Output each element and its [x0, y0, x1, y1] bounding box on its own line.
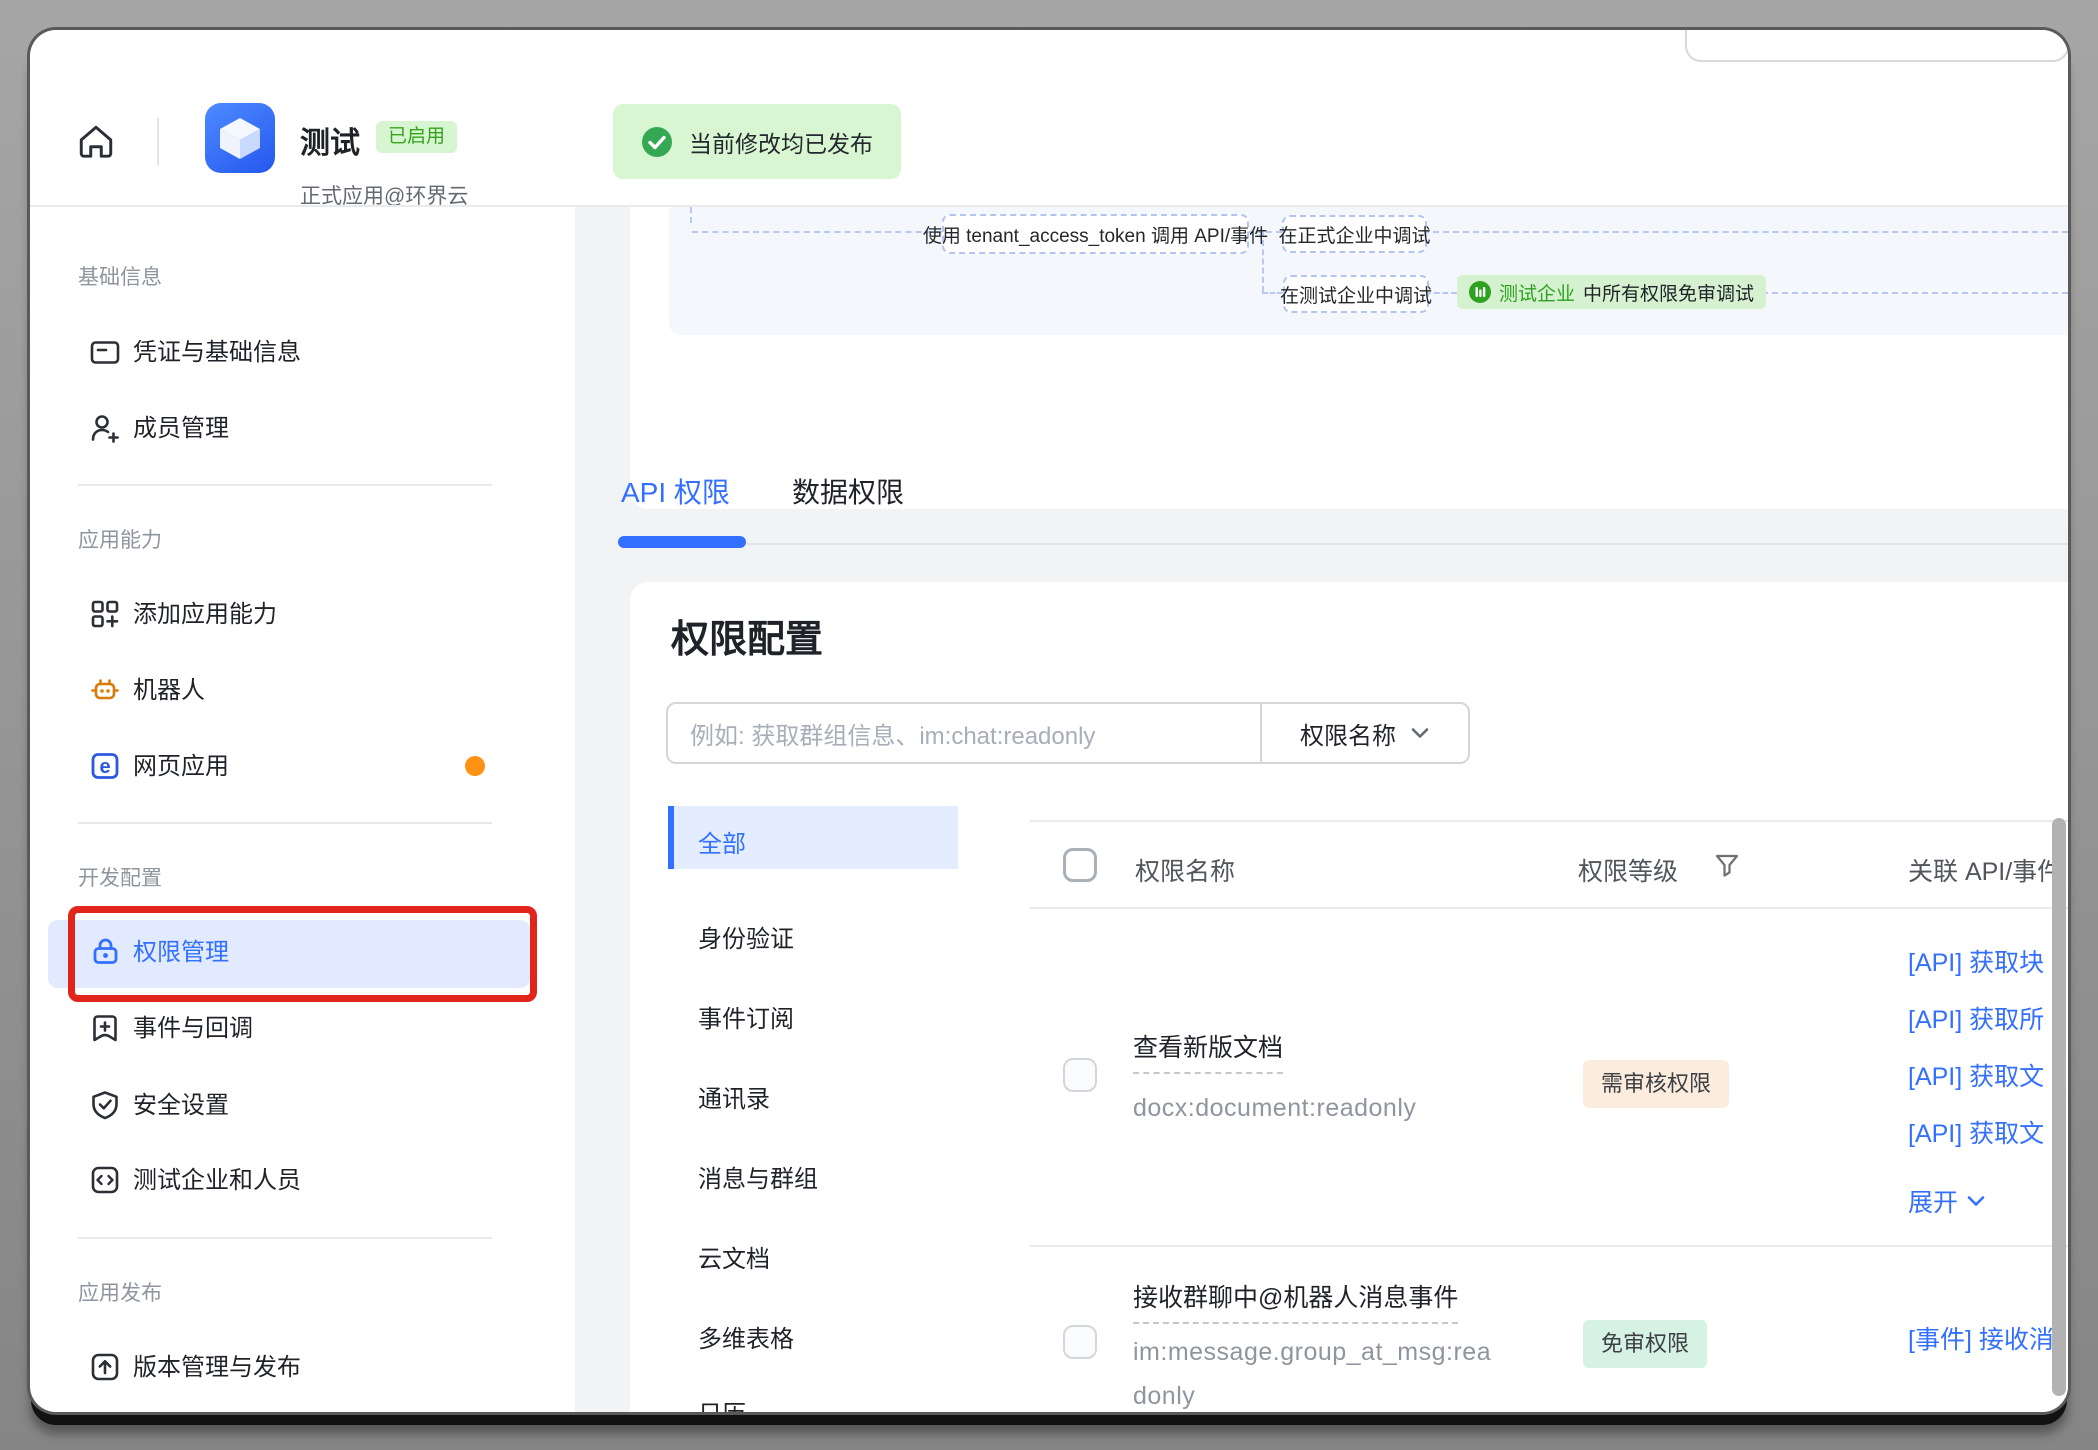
category-item-auth[interactable]: 身份验证 — [698, 919, 794, 954]
sidebar-item-bot[interactable]: 机器人 — [133, 670, 205, 705]
floating-toolbar[interactable] — [1685, 30, 2068, 62]
flow-badge-rest: 中所有权限免审调试 — [1583, 279, 1754, 306]
code-icon — [88, 1163, 122, 1197]
sidebar-item-events[interactable]: 事件与回调 — [133, 1008, 253, 1043]
filter-funnel-icon[interactable] — [1714, 852, 1740, 880]
permission-name[interactable]: 接收群聊中@机器人消息事件 — [1133, 1278, 1458, 1324]
header-divider — [157, 118, 159, 165]
row-checkbox[interactable] — [1063, 1058, 1097, 1092]
flow-badge-org[interactable]: 测试企业 — [1499, 279, 1575, 306]
flow-connector — [1423, 231, 2068, 233]
desktop-background: 测试 已启用 正式应用@环界云 当前修改均已发布 使用 tenant_acces… — [0, 0, 2098, 1450]
org-icon — [1469, 281, 1491, 303]
permission-scope: docx:document:readonly — [1133, 1094, 1416, 1123]
publish-status-banner: 当前修改均已发布 — [613, 104, 901, 179]
select-all-checkbox[interactable] — [1063, 848, 1097, 882]
chevron-down-icon — [1966, 1194, 1986, 1208]
search-placeholder: 例如: 获取群组信息、im:chat:readonly — [690, 716, 1095, 751]
app-icon[interactable] — [205, 103, 275, 173]
category-item-all[interactable]: 全部 — [698, 824, 746, 859]
level-badge-free: 免审权限 — [1583, 1320, 1707, 1368]
release-upload-icon — [88, 1350, 122, 1384]
sidebar-item-web-app[interactable]: 网页应用 — [133, 746, 229, 781]
sidebar-section-dev-config: 开发配置 — [78, 862, 162, 892]
api-link[interactable]: [API] 获取文 — [1908, 1114, 2068, 1150]
api-link[interactable]: [API] 获取文 — [1908, 1057, 2068, 1093]
sidebar-divider — [78, 1237, 492, 1239]
app-title: 测试 — [300, 118, 360, 162]
credential-card-icon — [88, 335, 122, 369]
category-item-calendar[interactable]: 日历 — [698, 1394, 746, 1412]
flow-connector — [690, 207, 692, 223]
sidebar-item-security[interactable]: 安全设置 — [133, 1085, 229, 1120]
event-callback-icon — [88, 1011, 122, 1045]
sidebar-section-release: 应用发布 — [78, 1277, 162, 1307]
category-active-bar — [668, 806, 674, 869]
annotation-red-box — [68, 906, 537, 1002]
permission-scope: im:message.group_at_msg:readonly — [1133, 1330, 1501, 1412]
sidebar-item-test-org[interactable]: 测试企业和人员 — [133, 1160, 301, 1195]
expand-label: 展开 — [1908, 1183, 1958, 1219]
category-item-contacts[interactable]: 通讯录 — [698, 1079, 770, 1114]
search-input[interactable]: 例如: 获取群组信息、im:chat:readonly — [666, 702, 1262, 764]
warning-dot — [465, 756, 485, 776]
category-item-bitable[interactable]: 多维表格 — [698, 1319, 794, 1354]
level-badge-review: 需审核权限 — [1583, 1060, 1729, 1108]
category-item-event-sub[interactable]: 事件订阅 — [698, 999, 794, 1034]
scrollbar-thumb[interactable] — [2052, 818, 2066, 1396]
panel-title: 权限配置 — [671, 608, 823, 663]
flow-node-test: 在测试企业中调试 — [1283, 275, 1429, 313]
flow-node-prod: 在正式企业中调试 — [1282, 215, 1427, 253]
security-shield-icon — [88, 1088, 122, 1122]
chevron-down-icon — [1410, 726, 1430, 740]
tab-active-indicator — [618, 536, 746, 548]
filter-dropdown-label: 权限名称 — [1300, 716, 1396, 751]
svg-text:e: e — [99, 756, 110, 778]
event-link[interactable]: [事件] 接收消 — [1908, 1320, 2068, 1356]
status-badge: 已启用 — [376, 121, 457, 153]
web-app-icon: e — [88, 749, 122, 783]
flow-badge-free-audit: 测试企业中所有权限免审调试 — [1457, 275, 1766, 309]
category-item-messages[interactable]: 消息与群组 — [698, 1159, 818, 1194]
app-window: 测试 已启用 正式应用@环界云 当前修改均已发布 使用 tenant_acces… — [30, 30, 2068, 1412]
sidebar-divider — [78, 484, 492, 486]
sidebar-divider — [78, 822, 492, 824]
sidebar-item-credentials[interactable]: 凭证与基础信息 — [133, 332, 301, 367]
flow-node-token: 使用 tenant_access_token 调用 API/事件 — [942, 214, 1249, 254]
api-link[interactable]: [API] 获取所 — [1908, 1000, 2068, 1036]
sidebar-section-capabilities: 应用能力 — [78, 524, 162, 554]
sidebar-item-version-release[interactable]: 版本管理与发布 — [133, 1347, 301, 1382]
flow-connector — [692, 231, 942, 233]
permission-name[interactable]: 查看新版文档 — [1133, 1028, 1283, 1074]
tab-api-permissions[interactable]: API 权限 — [621, 471, 730, 511]
home-icon[interactable] — [76, 122, 116, 162]
tab-data-permissions[interactable]: 数据权限 — [792, 471, 904, 511]
sidebar-item-add-capability[interactable]: 添加应用能力 — [133, 594, 277, 629]
check-circle-icon — [641, 126, 673, 158]
publish-banner-text: 当前修改均已发布 — [689, 125, 873, 159]
member-add-icon — [88, 411, 122, 445]
table-header-divider — [1030, 907, 2068, 909]
col-header-api: 关联 API/事件 — [1908, 852, 2068, 888]
robot-icon — [88, 673, 122, 707]
col-header-level: 权限等级 — [1578, 852, 1678, 888]
category-item-docs[interactable]: 云文档 — [698, 1239, 770, 1274]
expand-link[interactable]: 展开 — [1908, 1183, 1986, 1219]
col-header-name: 权限名称 — [1135, 852, 1235, 888]
sidebar-section-basic: 基础信息 — [78, 261, 162, 291]
tab-underline-track — [621, 543, 2068, 545]
row-divider — [1030, 1245, 2068, 1247]
add-capability-icon — [88, 597, 122, 631]
filter-dropdown[interactable]: 权限名称 — [1260, 702, 1470, 764]
api-link[interactable]: [API] 获取块 — [1908, 943, 2068, 979]
sidebar-item-members[interactable]: 成员管理 — [133, 408, 229, 443]
row-checkbox[interactable] — [1063, 1325, 1097, 1359]
table-top-divider — [1030, 820, 2068, 822]
